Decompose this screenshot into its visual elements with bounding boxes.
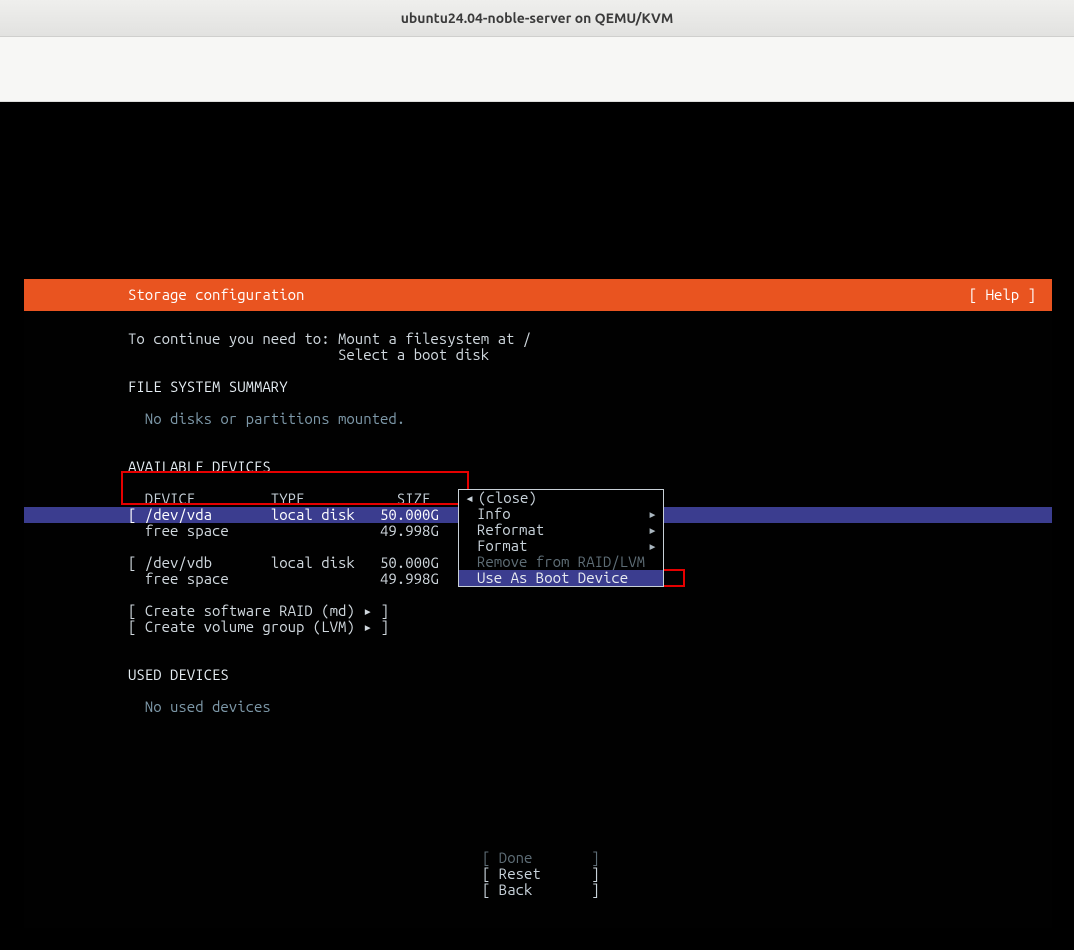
menu-item-use-as-boot-device[interactable]: Use As Boot Device xyxy=(459,570,663,586)
menu-item-remove-raid-lvm: Remove from RAID/LVM xyxy=(459,554,663,570)
screen-title: Storage configuration xyxy=(40,287,304,303)
fs-summary-heading: FILE SYSTEM SUMMARY xyxy=(24,379,1052,395)
toolbar-strip xyxy=(0,37,1074,102)
fs-summary-empty: No disks or partitions mounted. xyxy=(24,411,1052,427)
menu-item-reformat[interactable]: Reformat xyxy=(459,522,663,538)
create-lvm-action[interactable]: [ Create volume group (LVM) ▸ ] xyxy=(24,619,1052,635)
triangle-left-icon xyxy=(465,490,474,506)
available-devices-heading: AVAILABLE DEVICES xyxy=(24,459,1052,475)
window-titlebar: ubuntu24.04-noble-server on QEMU/KVM xyxy=(0,0,1074,37)
device-context-menu: (close) Info Reformat Format Remove from… xyxy=(458,489,664,587)
continue-hint-line-2: Select a boot disk xyxy=(24,347,1052,363)
menu-item-remove-label: Remove from RAID/LVM xyxy=(477,554,645,570)
create-raid-action[interactable]: [ Create software RAID (md) ▸ ] xyxy=(24,603,1052,619)
installer-body: To continue you need to: Mount a filesys… xyxy=(24,311,1052,715)
triangle-right-icon xyxy=(648,506,657,522)
reset-button[interactable]: [ Reset ] xyxy=(482,866,594,882)
menu-close[interactable]: (close) xyxy=(459,490,663,506)
installer-screen: Storage configuration [ Help ] To contin… xyxy=(24,279,1052,928)
triangle-right-icon xyxy=(648,538,657,554)
continue-hint-line-1: To continue you need to: Mount a filesys… xyxy=(24,331,1052,347)
done-button: [ Done ] xyxy=(482,850,594,866)
used-devices-empty: No used devices xyxy=(24,699,1052,715)
footer-buttons: [ Done ] [ Reset ] [ Back ] xyxy=(24,850,1052,898)
menu-close-label: (close) xyxy=(478,490,537,506)
menu-item-bootdevice-label: Use As Boot Device xyxy=(477,570,628,586)
menu-item-info[interactable]: Info xyxy=(459,506,663,522)
menu-item-format[interactable]: Format xyxy=(459,538,663,554)
window-title: ubuntu24.04-noble-server on QEMU/KVM xyxy=(401,10,674,26)
triangle-right-icon xyxy=(648,522,657,538)
back-button[interactable]: [ Back ] xyxy=(482,882,594,898)
used-devices-heading: USED DEVICES xyxy=(24,667,1052,683)
terminal-background: kifarunix *NIX TIPS & TUTORIALS Storage … xyxy=(0,102,1074,950)
menu-item-format-label: Format xyxy=(477,538,527,554)
menu-item-reformat-label: Reformat xyxy=(477,522,544,538)
installer-header: Storage configuration [ Help ] xyxy=(24,279,1052,311)
help-button[interactable]: [ Help ] xyxy=(969,287,1036,303)
menu-item-info-label: Info xyxy=(477,506,511,522)
